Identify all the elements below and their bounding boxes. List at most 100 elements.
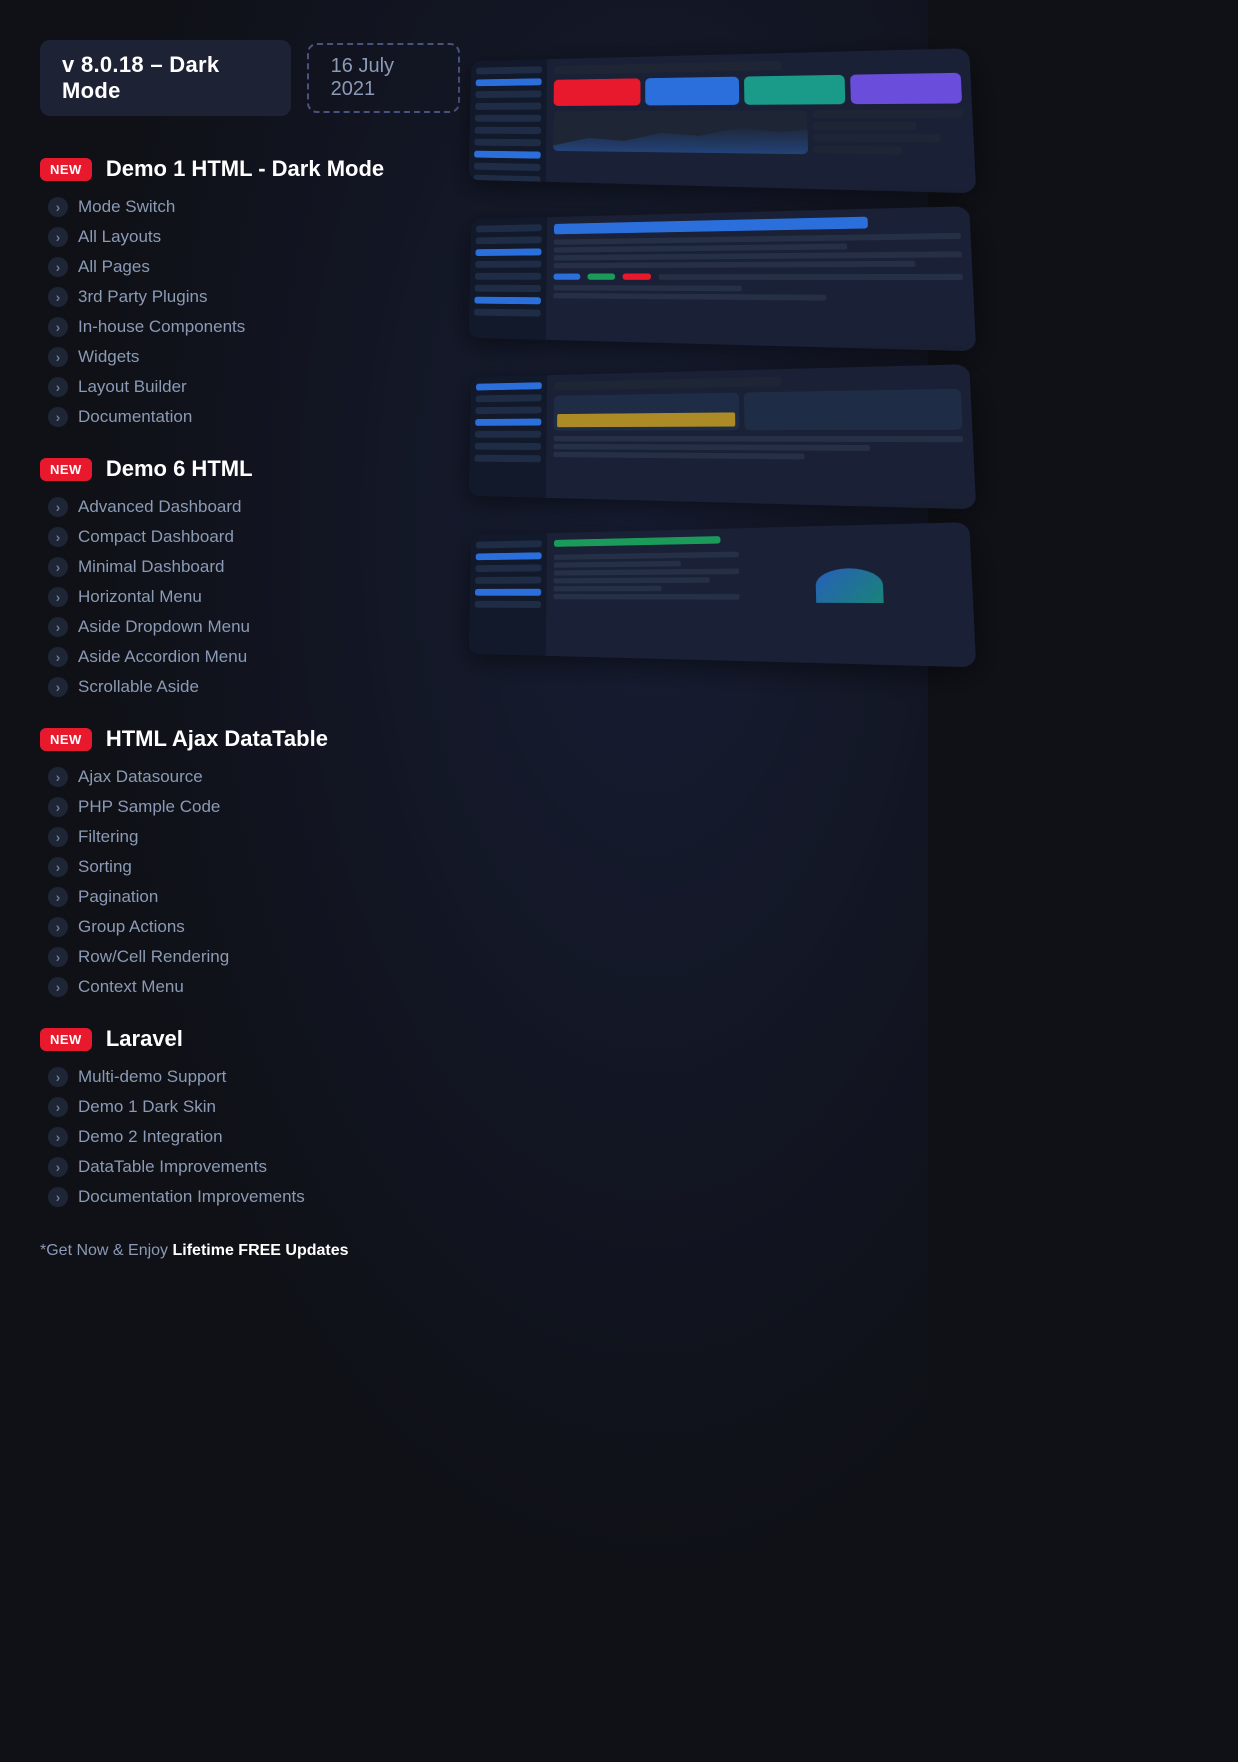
footer-text: *Get Now & Enjoy Lifetime FREE Updates: [40, 1242, 460, 1260]
menu-item-label-demo1-5: Widgets: [78, 347, 139, 367]
menu-item-demo1-5[interactable]: Widgets: [40, 342, 460, 372]
menu-item-label-datatable-1: PHP Sample Code: [78, 797, 220, 817]
menu-item-label-laravel-1: Demo 1 Dark Skin: [78, 1097, 216, 1117]
menu-item-demo1-1[interactable]: All Layouts: [40, 222, 460, 252]
chevron-icon-datatable-5: [48, 917, 68, 937]
menu-item-demo1-7[interactable]: Documentation: [40, 402, 460, 432]
mock-main-3: [546, 364, 977, 509]
mock-sidebar-1: [469, 59, 547, 182]
menu-item-laravel-3[interactable]: DataTable Improvements: [40, 1152, 460, 1182]
chevron-icon-demo6-5: [48, 647, 68, 667]
section-group-demo1: NewDemo 1 HTML - Dark ModeMode SwitchAll…: [40, 156, 460, 432]
menu-item-datatable-1[interactable]: PHP Sample Code: [40, 792, 460, 822]
menu-item-laravel-0[interactable]: Multi-demo Support: [40, 1062, 460, 1092]
menu-item-label-datatable-5: Group Actions: [78, 917, 185, 937]
menu-item-label-demo1-3: 3rd Party Plugins: [78, 287, 207, 307]
menu-item-label-demo6-0: Advanced Dashboard: [78, 497, 242, 517]
footer-highlight: Lifetime FREE Updates: [173, 1242, 349, 1259]
new-badge-datatable: New: [40, 728, 92, 751]
menu-item-label-laravel-3: DataTable Improvements: [78, 1157, 267, 1177]
menu-item-demo6-5[interactable]: Aside Accordion Menu: [40, 642, 460, 672]
chevron-icon-demo6-2: [48, 557, 68, 577]
section-header-datatable: New HTML Ajax DataTable: [40, 726, 460, 752]
menu-item-datatable-7[interactable]: Context Menu: [40, 972, 460, 1002]
menu-item-datatable-2[interactable]: Filtering: [40, 822, 460, 852]
chevron-icon-datatable-1: [48, 797, 68, 817]
menu-item-label-demo1-4: In-house Components: [78, 317, 245, 337]
sections-container: NewDemo 1 HTML - Dark ModeMode SwitchAll…: [40, 156, 460, 1212]
section-group-datatable: New HTML Ajax DataTable Ajax Datasource PHP…: [40, 726, 460, 1002]
screenshot-mock-2: [469, 206, 977, 351]
menu-item-label-datatable-2: Filtering: [78, 827, 138, 847]
menu-item-datatable-6[interactable]: Row/Cell Rendering: [40, 942, 460, 972]
mock-sidebar-2: [469, 217, 547, 340]
menu-item-datatable-5[interactable]: Group Actions: [40, 912, 460, 942]
screenshot-card-2: [469, 206, 977, 351]
menu-item-demo6-6[interactable]: Scrollable Aside: [40, 672, 460, 702]
chevron-icon-demo6-3: [48, 587, 68, 607]
menu-item-demo6-4[interactable]: Aside Dropdown Menu: [40, 612, 460, 642]
chevron-icon-laravel-3: [48, 1157, 68, 1177]
menu-item-laravel-4[interactable]: Documentation Improvements: [40, 1182, 460, 1212]
screenshot-mock-4: [469, 522, 977, 667]
menu-item-laravel-2[interactable]: Demo 2 Integration: [40, 1122, 460, 1152]
menu-item-label-demo6-1: Compact Dashboard: [78, 527, 234, 547]
chevron-icon-laravel-2: [48, 1127, 68, 1147]
menu-item-label-laravel-4: Documentation Improvements: [78, 1187, 305, 1207]
chevron-icon-datatable-0: [48, 767, 68, 787]
menu-item-datatable-4[interactable]: Pagination: [40, 882, 460, 912]
chevron-icon-demo6-1: [48, 527, 68, 547]
menu-item-label-datatable-3: Sorting: [78, 857, 132, 877]
footer-static: *Get Now & Enjoy: [40, 1242, 173, 1259]
screenshot-mock-1: [469, 48, 977, 193]
chevron-icon-demo1-5: [48, 347, 68, 367]
menu-item-laravel-1[interactable]: Demo 1 Dark Skin: [40, 1092, 460, 1122]
screenshot-card-1: [469, 48, 977, 193]
menu-item-label-laravel-2: Demo 2 Integration: [78, 1127, 223, 1147]
chevron-icon-demo1-7: [48, 407, 68, 427]
section-group-laravel: NewLaravelMulti-demo SupportDemo 1 Dark …: [40, 1026, 460, 1212]
chevron-icon-laravel-0: [48, 1067, 68, 1087]
section-title-datatable: HTML Ajax DataTable: [106, 726, 328, 752]
menu-item-label-demo1-0: Mode Switch: [78, 197, 175, 217]
menu-item-label-demo6-4: Aside Dropdown Menu: [78, 617, 250, 637]
new-badge-demo6: New: [40, 458, 92, 481]
menu-items-datatable: Ajax Datasource PHP Sample Code Filtering S…: [40, 762, 460, 1002]
menu-item-demo1-0[interactable]: Mode Switch: [40, 192, 460, 222]
screenshots-container: [470, 30, 970, 682]
chevron-icon-demo1-3: [48, 287, 68, 307]
menu-item-label-demo1-1: All Layouts: [78, 227, 161, 247]
menu-item-label-demo1-2: All Pages: [78, 257, 150, 277]
menu-items-demo1: Mode Switch All Layouts All Pages 3rd Party…: [40, 192, 460, 432]
chevron-icon-laravel-1: [48, 1097, 68, 1117]
menu-item-demo6-1[interactable]: Compact Dashboard: [40, 522, 460, 552]
chevron-icon-datatable-2: [48, 827, 68, 847]
chevron-icon-datatable-7: [48, 977, 68, 997]
menu-item-demo6-2[interactable]: Minimal Dashboard: [40, 552, 460, 582]
menu-item-label-datatable-7: Context Menu: [78, 977, 184, 997]
menu-items-demo6: Advanced Dashboard Compact Dashboard Minim…: [40, 492, 460, 702]
menu-item-demo1-2[interactable]: All Pages: [40, 252, 460, 282]
mock-main-1: [546, 48, 977, 193]
menu-item-datatable-3[interactable]: Sorting: [40, 852, 460, 882]
menu-item-label-demo6-5: Aside Accordion Menu: [78, 647, 247, 667]
menu-item-demo1-6[interactable]: Layout Builder: [40, 372, 460, 402]
chevron-icon-demo6-0: [48, 497, 68, 517]
menu-item-label-datatable-4: Pagination: [78, 887, 158, 907]
menu-item-demo6-3[interactable]: Horizontal Menu: [40, 582, 460, 612]
screenshot-mock-3: [469, 364, 977, 509]
menu-item-demo1-4[interactable]: In-house Components: [40, 312, 460, 342]
chevron-icon-demo1-0: [48, 197, 68, 217]
menu-item-demo6-0[interactable]: Advanced Dashboard: [40, 492, 460, 522]
menu-item-label-demo6-6: Scrollable Aside: [78, 677, 199, 697]
menu-item-datatable-0[interactable]: Ajax Datasource: [40, 762, 460, 792]
version-badge: v 8.0.18 – Dark Mode: [40, 40, 291, 116]
chevron-icon-demo1-2: [48, 257, 68, 277]
chevron-icon-demo6-4: [48, 617, 68, 637]
section-header-demo6: NewDemo 6 HTML: [40, 456, 460, 482]
chevron-icon-demo1-6: [48, 377, 68, 397]
screenshot-card-3: [469, 364, 977, 509]
chevron-icon-datatable-3: [48, 857, 68, 877]
chevron-icon-demo1-1: [48, 227, 68, 247]
menu-item-demo1-3[interactable]: 3rd Party Plugins: [40, 282, 460, 312]
